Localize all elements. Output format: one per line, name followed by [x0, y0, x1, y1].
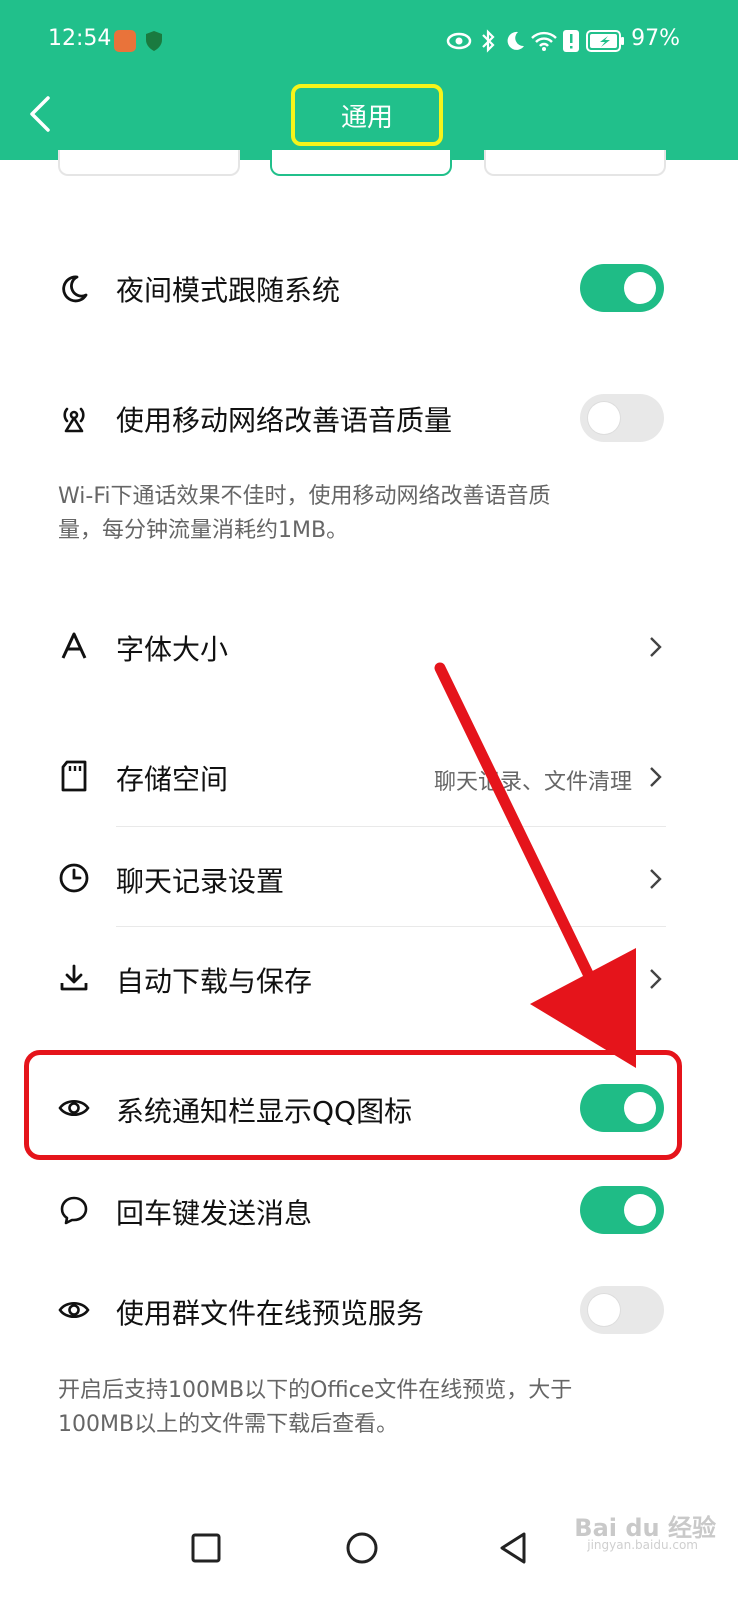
eye-status-icon — [446, 32, 472, 50]
toggle-knob — [624, 1194, 656, 1226]
clock-icon — [58, 862, 90, 894]
divider — [116, 926, 666, 927]
page-title-highlight: 通用 — [291, 84, 443, 146]
annotation-highlight-box — [24, 1050, 682, 1160]
signal-tower-icon — [58, 402, 90, 434]
chevron-right-icon[interactable] — [644, 766, 666, 788]
group-file-preview-toggle[interactable] — [580, 1286, 664, 1334]
toggle-knob — [588, 1294, 620, 1326]
group-file-preview-label: 使用群文件在线预览服务 — [116, 1297, 425, 1330]
chevron-right-icon[interactable] — [644, 968, 666, 990]
shield-icon — [146, 31, 162, 51]
app-header: 12:54 97% 通用 — [0, 0, 738, 160]
battery-level: 97% — [631, 26, 680, 51]
enter-send-label: 回车键发送消息 — [116, 1197, 313, 1230]
night-mode-label: 夜间模式跟随系统 — [116, 274, 341, 307]
storage-label[interactable]: 存储空间 — [116, 758, 228, 798]
app-notification-icon — [114, 30, 136, 52]
toggle-knob — [588, 402, 620, 434]
chevron-right-icon[interactable] — [644, 868, 666, 890]
group-file-preview-description-line1: 开启后支持100MB以下的Office文件在线预览，大于 — [58, 1378, 573, 1403]
home-button[interactable] — [344, 1530, 380, 1566]
alert-icon — [563, 30, 579, 52]
theme-card-left[interactable] — [58, 150, 240, 176]
theme-card-selected[interactable] — [270, 150, 452, 176]
font-size-icon — [58, 630, 90, 662]
status-time: 12:54 — [48, 26, 112, 51]
eye-icon — [58, 1294, 90, 1326]
font-size-label[interactable]: 字体大小 — [116, 628, 228, 668]
auto-download-label[interactable]: 自动下载与保存 — [116, 960, 312, 1000]
wifi-icon — [531, 31, 557, 51]
night-mode-toggle[interactable] — [580, 264, 664, 312]
moon-status-icon — [507, 31, 524, 50]
moon-icon — [58, 272, 90, 304]
annotation-arrow — [434, 662, 636, 1068]
toggle-knob — [624, 272, 656, 304]
mobile-voice-description-line2: 量，每分钟流量消耗约1MB。 — [58, 518, 349, 543]
mobile-voice-toggle[interactable] — [580, 394, 664, 442]
mobile-voice-description-line1: Wi-Fi下通话效果不佳时，使用移动网络改善语音质 — [58, 484, 551, 509]
page-title: 通用 — [340, 102, 393, 133]
download-icon — [58, 962, 90, 994]
watermark-url: jingyan.baidu.com — [587, 1538, 698, 1552]
group-file-preview-description-line2: 100MB以上的文件需下载后查看。 — [58, 1412, 399, 1437]
storage-value: 聊天记录、文件清理 — [433, 770, 632, 795]
recents-button[interactable] — [190, 1532, 222, 1564]
mobile-voice-label: 使用移动网络改善语音质量 — [116, 404, 453, 437]
divider — [116, 826, 666, 827]
back-nav-button[interactable] — [496, 1530, 530, 1566]
battery-icon — [586, 30, 624, 52]
bluetooth-icon — [482, 29, 495, 53]
chat-history-label[interactable]: 聊天记录设置 — [116, 860, 284, 900]
enter-send-toggle[interactable] — [580, 1186, 664, 1234]
sd-card-icon — [58, 760, 90, 792]
back-button[interactable] — [20, 90, 60, 138]
theme-card-right[interactable] — [484, 150, 666, 176]
chat-bubble-icon — [58, 1194, 90, 1226]
chevron-right-icon[interactable] — [644, 636, 666, 658]
